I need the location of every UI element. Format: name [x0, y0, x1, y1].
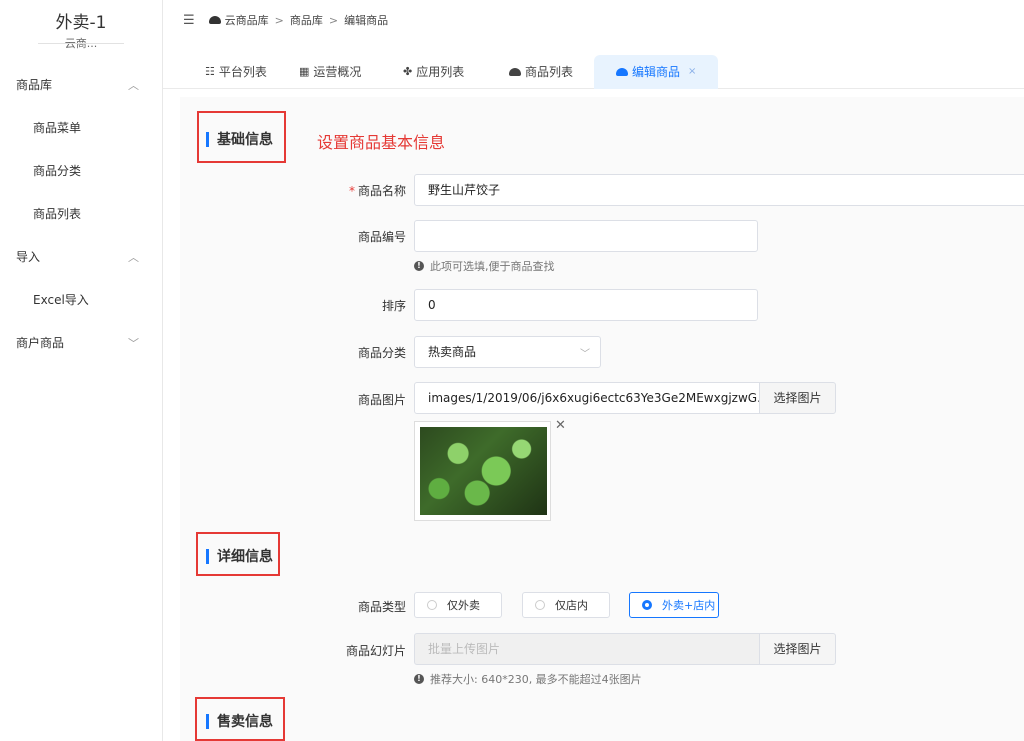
name-label: * 商品名称 [316, 182, 406, 199]
breadcrumb-separator: > [274, 13, 284, 27]
chevron-up-icon: ︿ [128, 79, 139, 92]
menu-group-label: 商品库 [16, 78, 53, 92]
tab-label: 运营概况 [313, 65, 362, 79]
sort-label: 排序 [381, 299, 406, 313]
section-sale-info: 售卖信息 [206, 711, 273, 731]
breadcrumb-root[interactable]: 云商品库 [225, 12, 269, 28]
image-label: 商品图片 [357, 393, 406, 407]
type-option-delivery-and-dine-in[interactable]: 外卖+店内 [629, 592, 719, 618]
tab-edit-goods[interactable]: 编辑商品 × [594, 55, 719, 89]
cloud-icon [616, 68, 628, 76]
sort-input[interactable]: 0 [414, 289, 758, 321]
apps-icon: ✤ [403, 65, 413, 78]
brand: 外卖-1 云商... [0, 0, 162, 56]
menu-item-goods-category[interactable]: 商品分类 [0, 150, 163, 193]
code-help: ! 此项可选填,便于商品查找 [414, 258, 555, 274]
menu-group-goods-library[interactable]: 商品库 ︿ [0, 64, 163, 107]
radio-icon [535, 600, 545, 610]
cloud-icon [509, 68, 521, 76]
menu-item-goods-list[interactable]: 商品列表 [0, 193, 163, 236]
section-marker [206, 713, 209, 729]
menu-fold-icon[interactable]: ☰ [183, 13, 195, 28]
section-basic-info: 基础信息 [206, 129, 273, 149]
name-input[interactable]: 野生山芹饺子 [414, 174, 1024, 206]
type-label: 商品类型 [357, 600, 406, 614]
choose-slides-button[interactable]: 选择图片 [759, 633, 836, 665]
slides-label: 商品幻灯片 [345, 644, 406, 658]
breadcrumb: 云商品库 > 商品库 > 编辑商品 [208, 12, 389, 28]
menu-group-import[interactable]: 导入 ︿ [0, 236, 163, 279]
chevron-up-icon: ︿ [128, 251, 139, 264]
info-icon: ! [414, 674, 424, 684]
section-label: 基础信息 [217, 132, 273, 148]
image-path-input[interactable]: images/1/2019/06/j6x6xugi6ectc63Ye3Ge2ME… [414, 382, 779, 414]
side-menu: 商品库 ︿ 商品菜单 商品分类 商品列表 导入 ︿ Excel导入 商户商品 ﹀ [0, 64, 163, 365]
tab-bar: ☷ 平台列表 ▦ 运营概况 ✤ 应用列表 商品列表 编辑商品 × [163, 55, 1024, 89]
slides-help-text: 推荐大小: 640*230, 最多不能超过4张图片 [430, 673, 642, 686]
name-label-text: 商品名称 [357, 184, 406, 198]
radio-label: 仅外卖 [447, 599, 480, 612]
menu-group-label: 商户商品 [16, 336, 65, 350]
type-option-dine-in-only[interactable]: 仅店内 [522, 592, 610, 618]
menu-item-goods-menu[interactable]: 商品菜单 [0, 107, 163, 150]
code-help-text: 此项可选填,便于商品查找 [430, 260, 555, 273]
breadcrumb-mid[interactable]: 商品库 [290, 12, 323, 28]
section-hint: 设置商品基本信息 [317, 133, 446, 152]
tab-label: 应用列表 [416, 65, 465, 79]
breadcrumb-current: 编辑商品 [344, 14, 389, 27]
section-marker [206, 131, 209, 147]
section-marker [206, 548, 209, 564]
divider [38, 43, 124, 44]
tab-label: 编辑商品 [632, 65, 681, 79]
tab-goods-list[interactable]: 商品列表 [509, 55, 573, 89]
remove-image-icon[interactable]: ✕ [555, 418, 566, 433]
menu-item-excel-import[interactable]: Excel导入 [0, 279, 163, 322]
chevron-down-icon: ﹀ [580, 349, 590, 360]
code-label: 商品编号 [357, 230, 406, 244]
section-detail-info: 详细信息 [206, 546, 273, 566]
required-mark: * [348, 184, 355, 198]
type-option-delivery-only[interactable]: 仅外卖 [414, 592, 502, 618]
list-icon: ☷ [205, 65, 215, 78]
product-image-thumbnail [414, 421, 551, 521]
radio-icon [427, 600, 437, 610]
brand-title: 外卖-1 [55, 13, 107, 33]
section-label: 售卖信息 [217, 714, 273, 730]
sidebar: 外卖-1 云商... 商品库 ︿ 商品菜单 商品分类 商品列表 导入 ︿ Exc… [0, 0, 163, 741]
section-label: 详细信息 [217, 549, 273, 565]
tab-label: 平台列表 [218, 65, 267, 79]
slides-input[interactable]: 批量上传图片 [414, 633, 760, 665]
breadcrumb-separator: > [328, 13, 339, 27]
info-icon: ! [414, 261, 424, 271]
cloud-icon [208, 16, 221, 24]
choose-image-button[interactable]: 选择图片 [759, 382, 836, 414]
close-icon[interactable]: × [688, 55, 696, 89]
slides-help: ! 推荐大小: 640*230, 最多不能超过4张图片 [414, 671, 642, 687]
top-header: ☰ 云商品库 > 商品库 > 编辑商品 [163, 0, 1024, 40]
product-image [420, 427, 547, 515]
radio-checked-icon [642, 600, 652, 610]
grid-icon: ▦ [299, 65, 310, 78]
tab-operations-overview[interactable]: ▦ 运营概况 [299, 55, 361, 89]
tab-platform-list[interactable]: ☷ 平台列表 [205, 55, 267, 89]
code-input[interactable] [414, 220, 758, 252]
category-select[interactable]: 热卖商品 [414, 336, 601, 368]
category-label: 商品分类 [357, 346, 406, 360]
menu-group-merchant-goods[interactable]: 商户商品 ﹀ [0, 322, 163, 365]
tab-app-list[interactable]: ✤ 应用列表 [403, 55, 464, 89]
menu-group-label: 导入 [16, 250, 41, 264]
radio-label: 外卖+店内 [662, 599, 716, 612]
tab-label: 商品列表 [525, 65, 574, 79]
chevron-down-icon: ﹀ [128, 337, 139, 350]
radio-label: 仅店内 [555, 599, 588, 612]
